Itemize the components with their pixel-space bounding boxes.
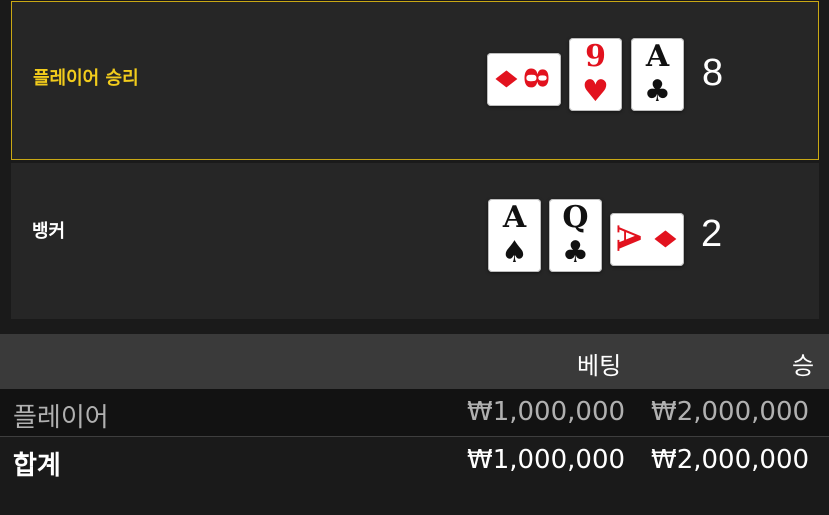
bet-table-header: 베팅 승 — [0, 334, 829, 389]
row-win-player: ₩2,000,000 — [651, 397, 810, 427]
banker-card-3: A ♦ — [609, 213, 684, 266]
player-card-1: ♦ 8 — [487, 53, 561, 106]
row-bet-player: ₩1,000,000 — [467, 397, 626, 427]
table-row-total: 합계 ₩1,000,000 ₩2,000,000 — [0, 437, 829, 484]
player-result-panel: 플레이어 승리 ♦ 8 9 ♥ A ♣ 8 — [11, 1, 819, 160]
banker-card-1-suit: ♠ — [501, 235, 528, 270]
banker-result-panel: 뱅커 A ♠ Q ♣ A ♦ 2 — [11, 163, 819, 319]
player-card-2-rank: 9 — [585, 39, 606, 74]
row-label-player: 플레이어 — [13, 403, 109, 433]
banker-card-2: Q ♣ — [549, 199, 602, 272]
player-card-2: 9 ♥ — [569, 38, 622, 111]
player-win-label: 플레이어 승리 — [33, 68, 139, 89]
banker-card-1-rank: A — [502, 200, 527, 235]
row-win-total: ₩2,000,000 — [651, 445, 810, 475]
win-column-header: 승 — [792, 352, 815, 380]
bet-column-header: 베팅 — [577, 352, 622, 380]
banker-card-3-suit: ♦ — [646, 225, 682, 253]
player-card-3-rank: A — [645, 39, 670, 74]
banker-card-3-rank: A — [609, 225, 648, 251]
row-bet-total: ₩1,000,000 — [467, 445, 626, 475]
banker-card-2-suit: ♣ — [562, 235, 589, 270]
player-card-1-rank: 8 — [517, 66, 556, 90]
row-label-total: 합계 — [13, 451, 61, 481]
player-card-3-suit: ♣ — [644, 74, 671, 109]
table-row: 플레이어 ₩1,000,000 ₩2,000,000 — [0, 389, 829, 437]
player-card-1-suit: ♦ — [487, 65, 523, 93]
player-card-3: A ♣ — [631, 38, 684, 111]
player-score: 8 — [702, 52, 724, 94]
banker-label: 뱅커 — [32, 221, 66, 242]
player-card-2-suit: ♥ — [582, 74, 609, 109]
banker-card-1: A ♠ — [488, 199, 541, 272]
banker-card-2-rank: Q — [562, 200, 589, 235]
banker-score: 2 — [701, 213, 723, 255]
